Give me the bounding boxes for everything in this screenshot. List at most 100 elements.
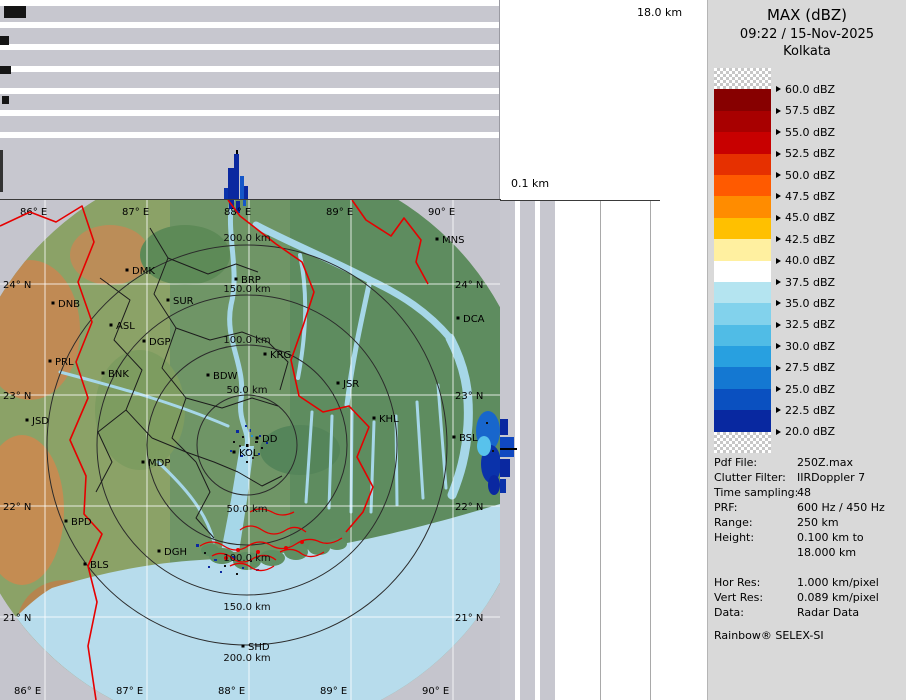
longitude-label: 87° E [122, 207, 149, 218]
axis-tick-mark [0, 66, 11, 74]
scale-arrow-icon [776, 386, 781, 392]
metadata-value: 250 km [797, 516, 839, 529]
dbz-scale-value: 37.5 dBZ [785, 276, 835, 289]
metadata-label: Height: [714, 531, 754, 544]
city-marker [436, 238, 439, 241]
city-label: KHL [379, 414, 399, 425]
longitude-label: 86° E [14, 686, 41, 697]
dbz-scale-value: 55.0 dBZ [785, 126, 835, 139]
axis-tick-mark [4, 6, 26, 18]
city-label: DD [262, 434, 278, 445]
city-marker [158, 550, 161, 553]
top-projection-panel [0, 0, 500, 200]
city-label: DMK [132, 266, 155, 277]
dbz-scale-row: 25.0 dBZ [776, 383, 835, 395]
scale-arrow-icon [776, 129, 781, 135]
dbz-band [714, 111, 771, 132]
range-ring-label: 100.0 km [223, 553, 270, 564]
radar-display-area: 18.0 km 0.1 km [0, 0, 707, 700]
metadata-row: Time sampling:48 [714, 486, 904, 501]
city-marker [457, 317, 460, 320]
scale-arrow-icon [776, 151, 781, 157]
dbz-scale-value: 35.0 dBZ [785, 297, 835, 310]
city-marker [167, 299, 170, 302]
dbz-scale-row: 40.0 dBZ [776, 255, 835, 267]
dbz-scale-value: 52.5 dBZ [785, 147, 835, 160]
city-marker [142, 461, 145, 464]
latitude-label: 24° N [455, 280, 483, 291]
metadata-label: Hor Res: [714, 576, 760, 589]
dbz-scale-value: 42.5 dBZ [785, 233, 835, 246]
axis-tick-mark [2, 96, 9, 104]
city-marker [242, 645, 245, 648]
dbz-scale-labels: 60.0 dBZ57.5 dBZ55.0 dBZ52.5 dBZ50.0 dBZ… [776, 68, 904, 468]
dbz-band [714, 132, 771, 153]
city-marker [235, 278, 238, 281]
metadata-row: 18.000 km [714, 546, 904, 561]
echo-spike [244, 186, 248, 200]
height-max-label: 18.0 km [637, 6, 682, 19]
dbz-band [714, 389, 771, 410]
echo-spike [234, 154, 239, 200]
dbz-scale-value: 22.5 dBZ [785, 404, 835, 417]
dbz-band [714, 432, 771, 453]
dbz-colorbar [714, 68, 771, 453]
dbz-scale-row: 60.0 dBZ [776, 83, 835, 95]
city-marker [233, 451, 236, 454]
city-label: PRL [55, 357, 74, 368]
scale-arrow-icon [776, 108, 781, 114]
city-label: MNS [442, 235, 464, 246]
city-label: JSD [31, 416, 49, 427]
city-label: BSL [459, 433, 478, 444]
dbz-scale-row: 35.0 dBZ [776, 297, 835, 309]
dbz-scale-value: 40.0 dBZ [785, 254, 835, 267]
axis-tick-mark [0, 150, 3, 192]
city-label: JSR [342, 379, 359, 390]
city-marker [52, 302, 55, 305]
metadata-value: IIRDoppler 7 [797, 471, 865, 484]
latitude-label: 23° N [3, 391, 31, 402]
scale-arrow-icon [776, 279, 781, 285]
scale-arrow-icon [776, 172, 781, 178]
echo-spike [500, 419, 508, 435]
dbz-band [714, 239, 771, 260]
city-marker [110, 324, 113, 327]
range-ring-label: 50.0 km [227, 385, 268, 396]
metadata-label: Vert Res: [714, 591, 763, 604]
dbz-scale-value: 30.0 dBZ [785, 340, 835, 353]
latitude-label: 23° N [455, 391, 483, 402]
city-label: SHD [248, 642, 270, 653]
metadata-label: Data: [714, 606, 744, 619]
city-marker [143, 340, 146, 343]
metadata-row: Range:250 km [714, 516, 904, 531]
metadata-row: Hor Res:1.000 km/pixel [714, 576, 904, 591]
radar-viewer: { "panels": { "top_height_label": "18.0 … [0, 0, 906, 700]
dbz-band [714, 410, 771, 431]
metadata-row: Vert Res: 0.089 km/pixel [714, 591, 904, 606]
city-marker [26, 419, 29, 422]
dbz-band [714, 367, 771, 388]
dbz-scale-row: 20.0 dBZ [776, 426, 835, 438]
dbz-scale-row: 55.0 dBZ [776, 126, 835, 138]
dbz-band [714, 346, 771, 367]
city-label: DGH [164, 547, 187, 558]
echo-spike [500, 459, 510, 477]
city-marker [264, 353, 267, 356]
metadata-value: Radar Data [797, 606, 859, 619]
product-title: MAX (dBZ) [708, 6, 906, 24]
metadata-row: PRF:600 Hz / 450 Hz [714, 501, 904, 516]
latitude-label: 21° N [3, 613, 31, 624]
metadata-label: Clutter Filter: [714, 471, 786, 484]
scale-arrow-icon [776, 300, 781, 306]
metadata-value: 0.089 km/pixel [797, 591, 879, 604]
radar-map[interactable]: 86° E86° E87° E87° E88° E88° E89° E89° E… [0, 199, 501, 700]
city-label: SUR [173, 296, 194, 307]
city-marker [207, 374, 210, 377]
dbz-band [714, 196, 771, 217]
metadata-row: Pdf File:250Z.max [714, 456, 904, 471]
range-ring-label: 50.0 km [227, 504, 268, 515]
city-label: BNK [108, 369, 129, 380]
dbz-band [714, 154, 771, 175]
dbz-band [714, 175, 771, 196]
city-label: DGP [149, 337, 170, 348]
